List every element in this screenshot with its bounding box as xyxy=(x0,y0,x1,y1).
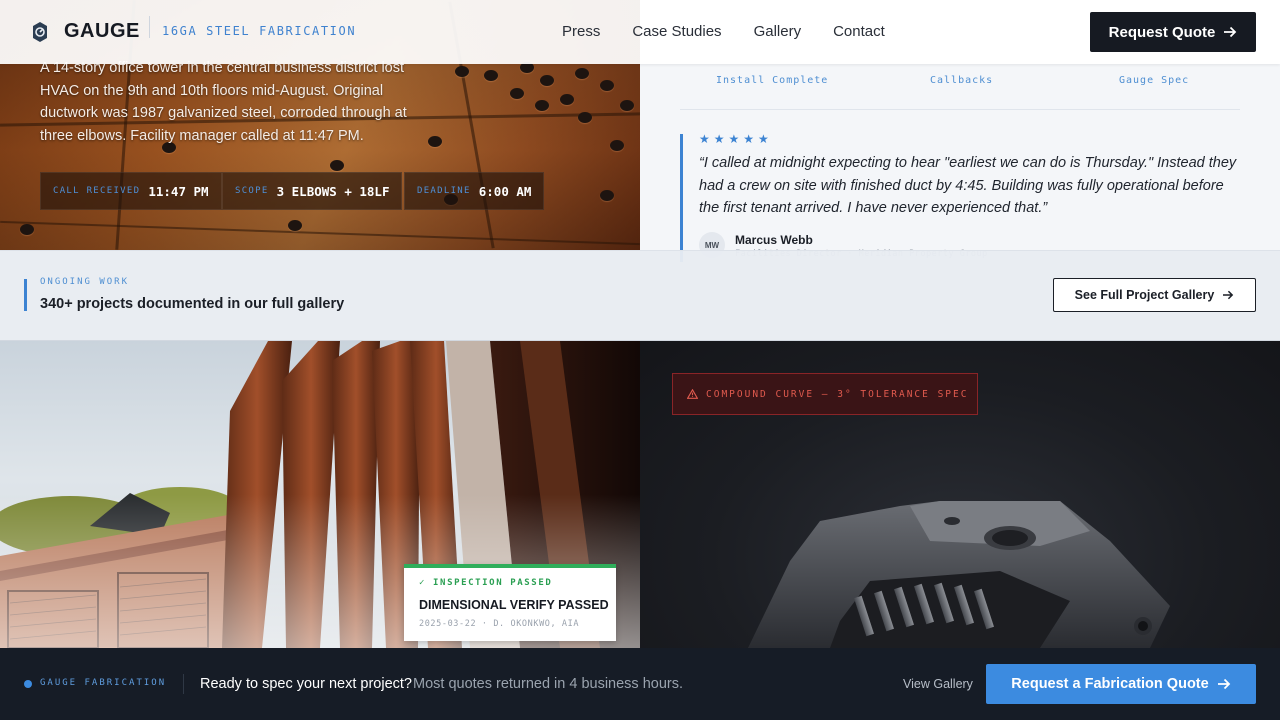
testimonial-quote: “I called at midnight expecting to hear … xyxy=(699,155,1237,216)
stat-deadline: DEADLINE 6:00 AM xyxy=(404,172,545,210)
stat-call-received: CALL RECEIVED 11:47 PM xyxy=(40,172,222,210)
request-fabrication-quote-button[interactable]: Request a Fabrication Quote xyxy=(986,664,1256,704)
quote-accent-bar xyxy=(680,134,683,262)
warning-text: COMPOUND CURVE — 3° TOLERANCE SPEC xyxy=(706,388,969,400)
nav-case-studies[interactable]: Case Studies xyxy=(632,23,721,40)
rivet xyxy=(510,88,524,99)
request-fabrication-quote-label: Request a Fabrication Quote xyxy=(1011,676,1209,692)
stat-value: 6:00 AM xyxy=(478,183,532,199)
footer-divider xyxy=(183,674,184,694)
tolerance-warning-badge: COMPOUND CURVE — 3° TOLERANCE SPEC xyxy=(672,373,978,415)
rivet xyxy=(600,80,614,91)
gallery-strip: ONGOING WORK 340+ projects documented in… xyxy=(0,250,1280,341)
rivet xyxy=(560,94,574,105)
nav-gallery[interactable]: Gallery xyxy=(754,23,802,40)
stat-scope: SCOPE 3 ELBOWS + 18LF xyxy=(222,172,403,210)
stat-label: DEADLINE xyxy=(417,186,471,196)
case-study-body: A 14-story office tower in the central b… xyxy=(40,60,407,144)
rivet xyxy=(330,160,344,171)
stat-value: 11:47 PM xyxy=(148,183,209,199)
footer-title: Ready to spec your next project? xyxy=(200,676,412,692)
arrow-right-icon xyxy=(1223,290,1234,300)
rivet xyxy=(484,70,498,81)
warning-icon xyxy=(687,389,698,399)
footer-subtitle: Most quotes returned in 4 business hours… xyxy=(413,676,684,692)
see-full-gallery-button[interactable]: See Full Project Gallery xyxy=(1053,278,1256,312)
view-gallery-link[interactable]: View Gallery xyxy=(903,677,973,691)
inspection-card: ✓ INSPECTION PASSED DIMENSIONAL VERIFY P… xyxy=(404,564,616,641)
metric-install-complete: Install Complete xyxy=(716,75,829,86)
rivet xyxy=(288,220,302,231)
strip-label: ONGOING WORK xyxy=(40,277,130,287)
rivet xyxy=(540,75,554,86)
see-full-gallery-label: See Full Project Gallery xyxy=(1074,288,1215,302)
rivet xyxy=(455,66,469,77)
arrow-right-icon xyxy=(1217,678,1230,690)
arrow-right-icon xyxy=(1224,26,1237,38)
plate-seam xyxy=(0,220,640,246)
rivet xyxy=(20,224,34,235)
status-dot-icon xyxy=(24,680,32,688)
rivet xyxy=(535,100,549,111)
metric-gauge-spec: Gauge Spec xyxy=(1119,75,1190,86)
nav-press[interactable]: Press xyxy=(562,23,600,40)
star-rating-icon: ★★★★★ xyxy=(699,132,773,146)
rivet xyxy=(610,140,624,151)
stat-label: CALL RECEIVED xyxy=(53,186,141,196)
strip-accent-bar xyxy=(24,279,27,311)
rivet xyxy=(428,136,442,147)
inspection-meta: 2025-03-22 · D. OKONKWO, AIA xyxy=(419,619,580,629)
main-nav: Press Case Studies Gallery Contact xyxy=(562,23,885,40)
rivet xyxy=(575,68,589,79)
author-name: Marcus Webb xyxy=(735,233,813,247)
metric-callbacks: Callbacks xyxy=(930,75,994,86)
nav-contact[interactable]: Contact xyxy=(833,23,885,40)
stat-label: SCOPE xyxy=(235,186,269,196)
rivet xyxy=(620,100,634,111)
request-quote-button[interactable]: Request Quote xyxy=(1090,12,1256,52)
brand-divider xyxy=(149,16,150,38)
stat-value: 3 ELBOWS + 18LF xyxy=(276,183,390,199)
rivet xyxy=(600,190,614,201)
brand-tagline: 16GA STEEL FABRICATION xyxy=(162,24,357,38)
strip-title: 340+ projects documented in our full gal… xyxy=(40,296,345,312)
divider xyxy=(680,109,1240,110)
inspection-title: DIMENSIONAL VERIFY PASSED xyxy=(419,598,609,612)
footer-brand: GAUGE FABRICATION xyxy=(40,678,167,688)
site-header: GAUGE 16GA STEEL FABRICATION Press Case … xyxy=(0,0,1280,64)
rivet xyxy=(578,112,592,123)
brand-name[interactable]: GAUGE xyxy=(64,20,140,43)
request-quote-label: Request Quote xyxy=(1108,23,1216,41)
gauge-logo-icon[interactable] xyxy=(32,21,48,43)
inspection-status: ✓ INSPECTION PASSED xyxy=(419,578,553,588)
